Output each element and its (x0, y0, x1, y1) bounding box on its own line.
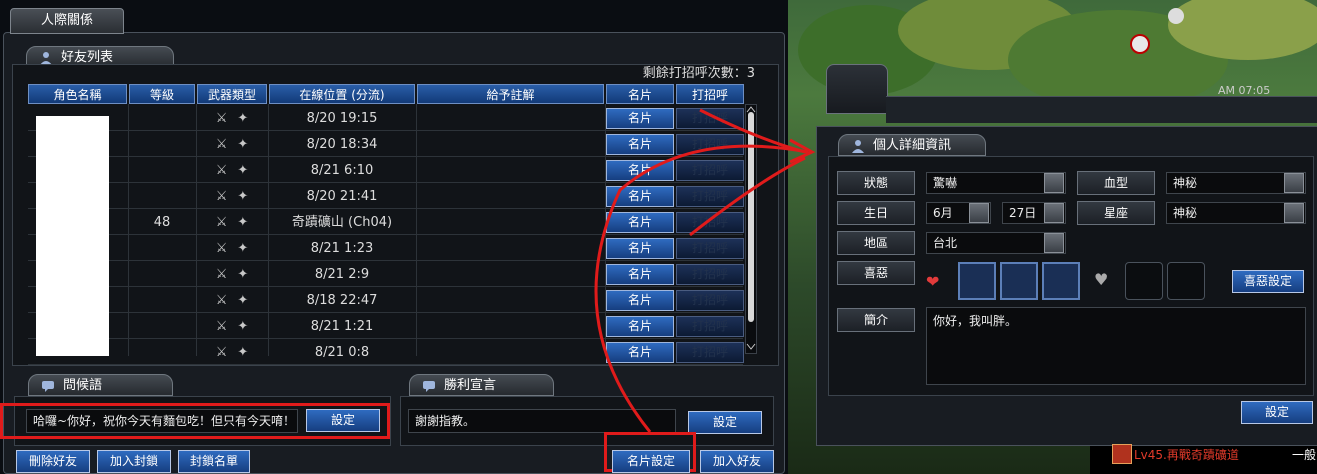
annotation-arrows (594, 108, 816, 433)
